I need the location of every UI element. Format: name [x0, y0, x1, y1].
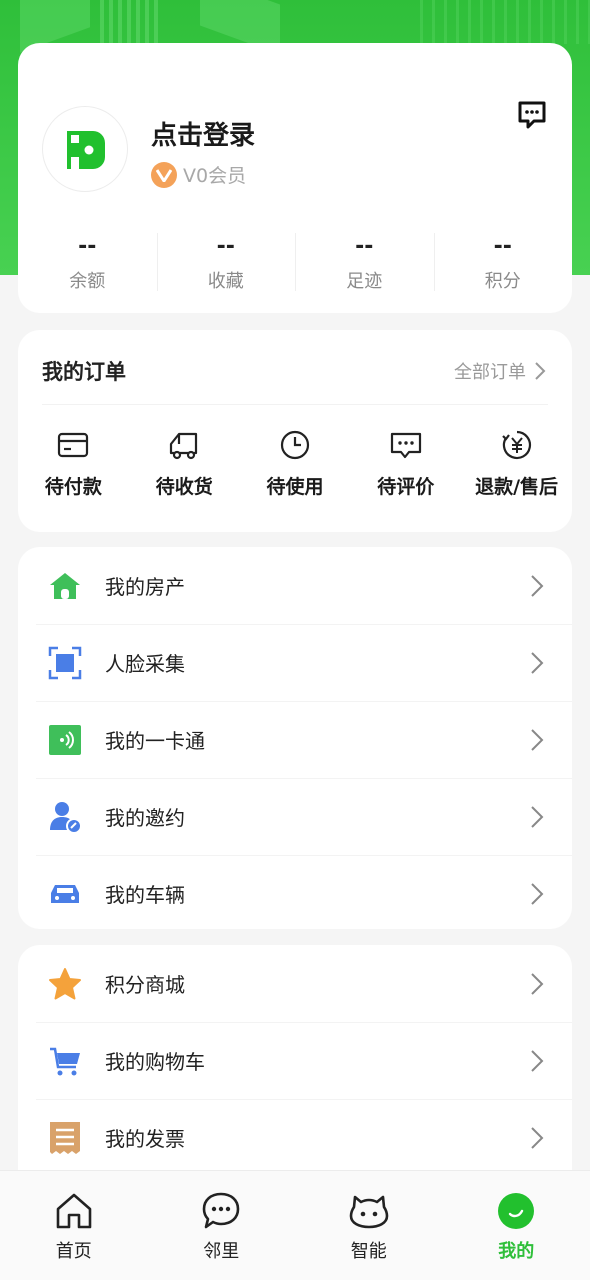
menu-label: 我的购物车: [105, 1050, 205, 1074]
chevron-right-icon: [531, 972, 544, 995]
menu-item-face-capture[interactable]: 人脸采集: [18, 624, 572, 701]
stat-label: 积分: [484, 271, 521, 292]
card-icon: [58, 432, 89, 458]
stats-row: -- 余额 -- 收藏 -- 足迹 -- 积分: [18, 233, 572, 293]
stat-balance[interactable]: -- 余额: [18, 233, 157, 293]
chevron-right-icon: [531, 728, 544, 751]
home-icon: [56, 1193, 92, 1229]
profile-smile-icon: [498, 1193, 535, 1229]
menu-item-property[interactable]: 我的房产: [18, 547, 572, 624]
menu-item-vehicles[interactable]: 我的车辆: [18, 855, 572, 932]
chevron-right-icon: [531, 574, 544, 597]
chevron-right-icon: [531, 882, 544, 905]
login-link[interactable]: 点击登录: [151, 115, 255, 152]
clock-icon: [280, 430, 310, 460]
orders-card: 我的订单 全部订单 待付款 待收货 待使用 待评价 退款/售后: [18, 330, 572, 532]
menu-label: 人脸采集: [105, 652, 185, 676]
stat-label: 余额: [69, 271, 106, 292]
order-refund[interactable]: 退款/售后: [461, 428, 572, 499]
vip-level[interactable]: V0会员: [151, 161, 246, 188]
order-pending-review[interactable]: 待评价: [350, 428, 461, 499]
stat-points[interactable]: -- 积分: [433, 233, 573, 293]
vip-badge-icon: [151, 161, 177, 188]
house-icon: [48, 569, 82, 603]
menu-label: 我的邀约: [105, 806, 185, 830]
robot-icon: [349, 1195, 389, 1229]
services-menu: 我的房产 人脸采集 我的一卡通 我的邀约 我的车辆: [18, 547, 572, 929]
chevron-right-icon: [531, 805, 544, 828]
chevron-right-icon: [535, 362, 546, 380]
chevron-right-icon: [531, 651, 544, 674]
tab-smart[interactable]: 智能: [295, 1171, 443, 1280]
order-pending-receipt[interactable]: 待收货: [129, 428, 240, 499]
order-label: 待使用: [266, 476, 324, 498]
order-pending-use[interactable]: 待使用: [240, 428, 351, 499]
tab-home[interactable]: 首页: [0, 1171, 148, 1280]
face-scan-icon: [48, 646, 82, 680]
menu-item-invoices[interactable]: 我的发票: [18, 1099, 572, 1176]
stat-value: --: [216, 234, 235, 259]
stat-value: --: [355, 234, 374, 259]
stat-value: --: [493, 234, 512, 259]
stat-value: --: [78, 234, 97, 259]
menu-label: 我的车辆: [105, 883, 185, 907]
order-label: 待付款: [44, 476, 102, 498]
stat-favorites[interactable]: -- 收藏: [156, 233, 296, 293]
all-orders-label: 全部订单: [454, 362, 526, 383]
all-orders-link[interactable]: 全部订单: [454, 358, 546, 384]
menu-item-invitations[interactable]: 我的邀约: [18, 778, 572, 855]
vip-label: V0会员: [183, 165, 247, 187]
chevron-right-icon: [531, 1049, 544, 1072]
menu-label: 我的发票: [105, 1127, 185, 1151]
chat-bubble-icon: [202, 1192, 240, 1229]
menu-label: 我的房产: [105, 575, 185, 599]
tab-label: 智能: [350, 1241, 387, 1262]
truck-icon: [170, 432, 198, 460]
stat-label: 足迹: [346, 271, 383, 292]
tab-label: 我的: [498, 1241, 535, 1262]
cart-icon: [48, 1044, 82, 1078]
order-label: 待评价: [377, 476, 435, 498]
menu-item-points-mall[interactable]: 积分商城: [18, 945, 572, 1022]
app-logo-icon: [67, 131, 105, 169]
profile-card: 点击登录 V0会员 -- 余额 -- 收藏 -- 足迹 -- 积分: [18, 43, 572, 313]
stat-label: 收藏: [207, 271, 244, 292]
order-label: 退款/售后: [475, 476, 559, 498]
menu-item-cart[interactable]: 我的购物车: [18, 1022, 572, 1099]
order-status-row: 待付款 待收货 待使用 待评价 退款/售后: [18, 428, 572, 499]
refund-yen-icon: [501, 430, 531, 460]
chevron-right-icon: [531, 1126, 544, 1149]
menu-item-access-card[interactable]: 我的一卡通: [18, 701, 572, 778]
car-icon: [48, 877, 82, 911]
nfc-card-icon: [48, 723, 82, 757]
bottom-tab-bar: 首页 邻里 智能 我的: [0, 1170, 590, 1280]
order-pending-payment[interactable]: 待付款: [18, 428, 129, 499]
order-label: 待收货: [155, 476, 213, 498]
star-icon: [48, 967, 82, 1001]
tab-label: 首页: [55, 1241, 92, 1262]
orders-title: 我的订单: [42, 360, 126, 384]
message-icon[interactable]: [516, 99, 548, 135]
menu-label: 我的一卡通: [105, 729, 205, 753]
comment-icon: [390, 432, 421, 459]
avatar[interactable]: [42, 106, 128, 192]
invoice-icon: [48, 1121, 82, 1155]
divider: [42, 404, 548, 405]
stat-footprint[interactable]: -- 足迹: [295, 233, 434, 293]
tab-label: 邻里: [203, 1241, 240, 1262]
invite-user-icon: [48, 800, 82, 834]
tab-mine[interactable]: 我的: [443, 1171, 590, 1280]
menu-label: 积分商城: [105, 973, 185, 997]
tab-neighbors[interactable]: 邻里: [148, 1171, 296, 1280]
shopping-menu: 积分商城 我的购物车 我的发票: [18, 945, 572, 1185]
